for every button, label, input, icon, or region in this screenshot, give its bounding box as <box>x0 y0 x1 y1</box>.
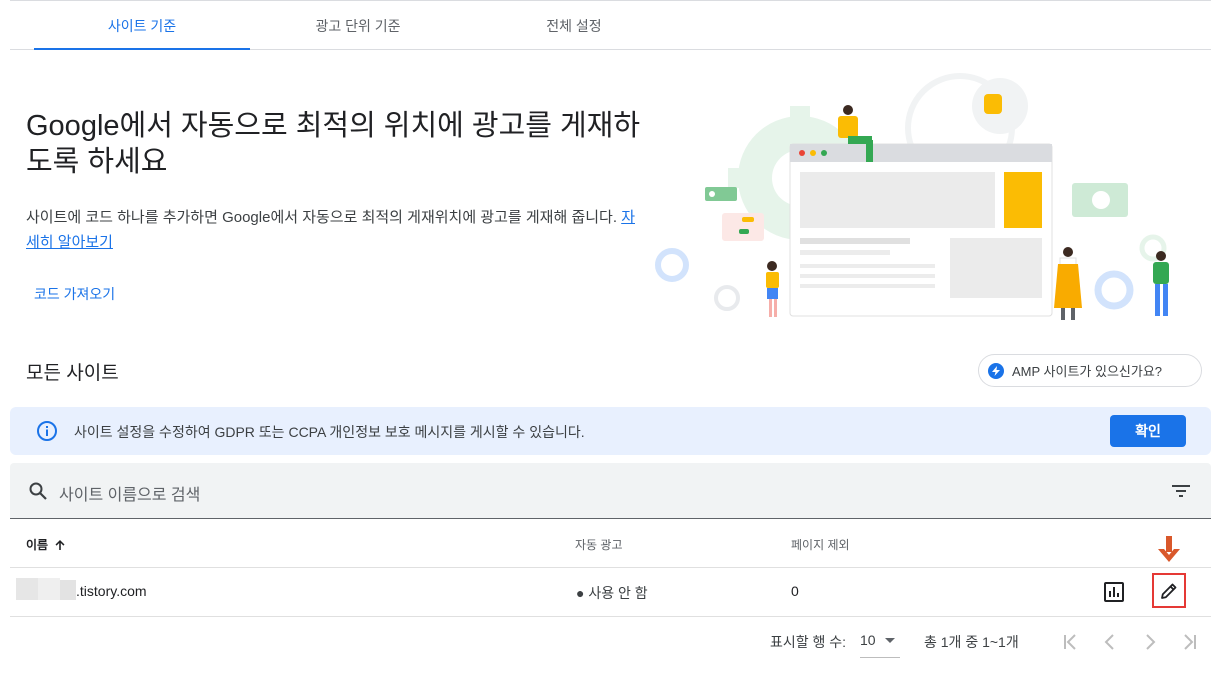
search-icon <box>29 482 47 500</box>
column-header-excluded-pages: 페이지 제외 <box>791 538 850 552</box>
auto-ads-status: ● 사용 안 함 <box>576 585 648 601</box>
search-input[interactable]: 사이트 이름으로 검색 <box>59 481 200 505</box>
excluded-pages-count: 0 <box>791 583 799 599</box>
filter-icon[interactable] <box>1171 483 1191 499</box>
first-page-icon[interactable] <box>1058 630 1082 654</box>
confirm-button[interactable]: 확인 <box>1110 415 1186 447</box>
down-arrow-icon <box>1158 536 1180 562</box>
column-header-auto-ads: 자동 광고 <box>575 538 623 552</box>
edit-site-button[interactable] <box>1152 573 1186 608</box>
chevron-down-icon <box>885 638 895 643</box>
sort-arrow-up-icon <box>55 539 65 550</box>
tab-label: 사이트 기준 <box>107 18 177 34</box>
get-code-link[interactable]: 코드 가져오기 <box>34 284 115 304</box>
column-header-name-label: 이름 <box>26 538 49 552</box>
last-page-icon[interactable] <box>1178 630 1202 654</box>
site-search-bar[interactable]: 사이트 이름으로 검색 <box>10 463 1211 519</box>
column-header-name[interactable]: 이름 <box>26 536 66 553</box>
auto-ads-illustration <box>655 73 1169 320</box>
info-icon <box>37 421 57 441</box>
pagination: 표시할 행 수: 10 총 1개 중 1~1개 <box>10 628 1211 658</box>
all-sites-title: 모든 사이트 <box>26 363 119 384</box>
hero-description-text: 사이트에 코드 하나를 추가하면 Google에서 자동으로 최적의 게재위치에… <box>26 209 622 226</box>
amp-sites-button[interactable]: AMP 사이트가 있으신가요? <box>978 354 1202 387</box>
redacted-site-name <box>38 578 60 600</box>
prev-page-icon[interactable] <box>1098 630 1122 654</box>
bolt-icon <box>988 362 1004 379</box>
privacy-banner: 사이트 설정을 수정하여 GDPR 또는 CCPA 개인정보 보호 메시지를 게… <box>10 407 1211 455</box>
rows-per-page-select[interactable]: 10 <box>860 628 900 658</box>
hero-title: Google에서 자동으로 최적의 위치에 광고를 게재하도록 하세요 <box>26 110 641 178</box>
tab-bar: 사이트 기준 광고 단위 기준 전체 설정 <box>10 1 1211 50</box>
tab-by-ad-unit[interactable]: 광고 단위 기준 <box>250 1 466 49</box>
amp-button-label: AMP 사이트가 있으신가요? <box>1012 364 1163 379</box>
rows-per-page-value: 10 <box>860 632 876 648</box>
redacted-site-name <box>60 580 76 600</box>
banner-message: 사이트 설정을 수정하여 GDPR 또는 CCPA 개인정보 보호 메시지를 게… <box>74 424 585 440</box>
rows-per-page-label: 표시할 행 수: <box>770 634 847 650</box>
pencil-icon <box>1161 583 1177 599</box>
table-header: 이름 자동 광고 페이지 제외 <box>10 519 1211 568</box>
tab-label: 전체 설정 <box>546 18 602 34</box>
tab-label: 광고 단위 기준 <box>315 18 401 34</box>
redacted-site-name <box>16 578 38 600</box>
next-page-icon[interactable] <box>1138 630 1162 654</box>
page-range: 총 1개 중 1~1개 <box>924 634 1019 650</box>
tab-overall-settings[interactable]: 전체 설정 <box>466 1 682 49</box>
bar-chart-icon[interactable] <box>1102 580 1126 604</box>
auto-ads-status-text: 사용 안 함 <box>588 585 648 601</box>
table-row[interactable]: .tistory.com ● 사용 안 함 0 <box>10 568 1211 617</box>
hero-description: 사이트에 코드 하나를 추가하면 Google에서 자동으로 최적의 게재위치에… <box>26 205 636 255</box>
tab-by-site[interactable]: 사이트 기준 <box>34 1 250 50</box>
site-domain: .tistory.com <box>76 583 147 599</box>
active-tab-indicator <box>34 48 250 50</box>
